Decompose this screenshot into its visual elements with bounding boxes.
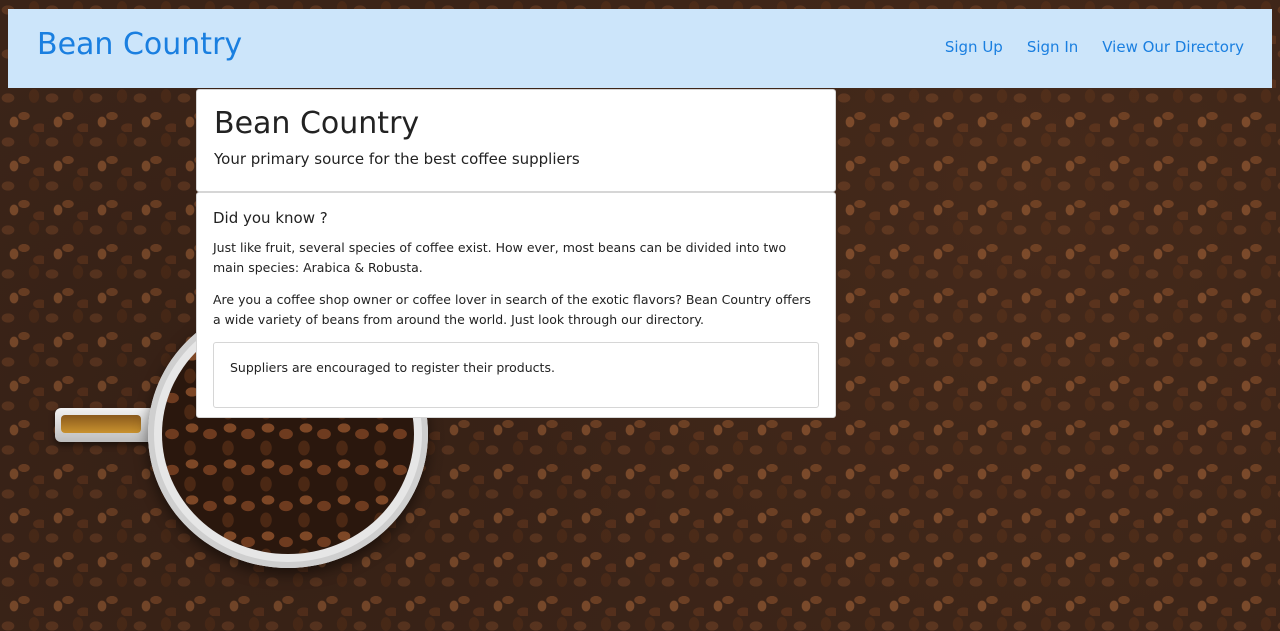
hero-card: Bean Country Your primary source for the… [196,89,836,192]
info-paragraph-directory: Are you a coffee shop owner or coffee lo… [213,291,811,327]
nav-links: Sign Up Sign In View Our Directory [945,38,1244,56]
page-subtitle: Your primary source for the best coffee … [214,150,580,168]
brand-link[interactable]: Bean Country [37,27,242,63]
page-title: Bean Country [214,106,420,141]
info-card: Did you know ? Just like fruit, several … [196,192,836,418]
sign-up-link[interactable]: Sign Up [945,38,1003,56]
info-heading: Did you know ? [213,209,328,227]
sign-in-link[interactable]: Sign In [1027,38,1078,56]
coffee-mug-handle [55,408,155,442]
info-paragraph-species: Just like fruit, several species of coff… [213,239,787,275]
navbar: Bean Country Sign Up Sign In View Our Di… [8,9,1272,88]
view-directory-link[interactable]: View Our Directory [1102,38,1244,56]
supplier-notice: Suppliers are encouraged to register the… [213,341,819,408]
